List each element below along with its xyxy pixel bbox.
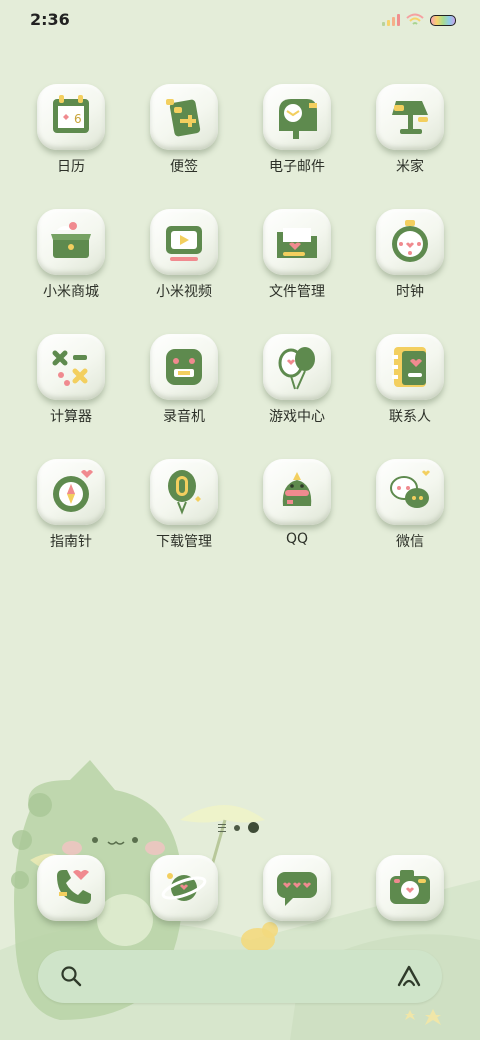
app-qq[interactable]: QQ — [241, 455, 353, 565]
app-compass[interactable]: 指南针 — [15, 455, 127, 565]
app-label: 米家 — [396, 159, 424, 175]
wechat-icon[interactable] — [376, 459, 444, 525]
status-bar: 2:36 — [0, 0, 480, 40]
status-icons — [382, 12, 456, 28]
app-label: 游戏中心 — [269, 409, 325, 425]
app-label: 录音机 — [163, 409, 205, 425]
wifi-icon — [406, 13, 424, 25]
page-dot[interactable] — [234, 824, 240, 831]
dino-qq-icon[interactable] — [263, 459, 331, 525]
phone-icon[interactable] — [37, 855, 105, 921]
balloon-icon[interactable] — [263, 334, 331, 400]
menu-lines-icon — [218, 823, 226, 832]
search-bar[interactable] — [38, 950, 442, 1003]
signal-icon — [382, 14, 400, 26]
app-email[interactable]: 电子邮件 — [241, 80, 353, 190]
download-icon[interactable] — [150, 459, 218, 525]
dock-camera[interactable] — [354, 855, 466, 965]
app-label: 指南针 — [50, 534, 92, 550]
app-label: 便签 — [170, 159, 198, 175]
battery-icon — [430, 14, 456, 26]
dock — [15, 855, 465, 935]
app-label: 电子邮件 — [269, 159, 325, 175]
app-label: 下载管理 — [156, 534, 212, 550]
app-file-manager[interactable]: 文件管理 — [241, 205, 353, 315]
app-recorder[interactable]: 录音机 — [128, 330, 240, 440]
dock-browser[interactable] — [128, 855, 240, 965]
calculator-icon[interactable] — [37, 334, 105, 400]
app-mi-store[interactable]: 小米商城 — [15, 205, 127, 315]
messages-icon[interactable] — [263, 855, 331, 921]
app-label: 文件管理 — [269, 284, 325, 300]
calendar-icon[interactable]: 6 — [37, 84, 105, 150]
email-icon[interactable] — [263, 84, 331, 150]
dock-phone[interactable] — [15, 855, 127, 965]
app-game-center[interactable]: 游戏中心 — [241, 330, 353, 440]
lamp-icon[interactable] — [376, 84, 444, 150]
contacts-book-icon[interactable] — [376, 334, 444, 400]
search-icon[interactable] — [60, 965, 82, 987]
app-label: QQ — [285, 531, 309, 547]
app-contacts[interactable]: 联系人 — [354, 330, 466, 440]
app-notes[interactable]: 便签 — [128, 80, 240, 190]
app-label: 计算器 — [50, 409, 92, 425]
app-label: 微信 — [396, 534, 424, 550]
assistant-icon[interactable] — [396, 964, 422, 988]
dock-messages[interactable] — [241, 855, 353, 965]
app-mijia[interactable]: 米家 — [354, 80, 466, 190]
calendar-day-number: 6 — [74, 112, 82, 126]
recorder-icon[interactable] — [150, 334, 218, 400]
video-tv-icon[interactable] — [150, 209, 218, 275]
app-label: 小米商城 — [43, 284, 99, 300]
browser-planet-icon[interactable] — [150, 855, 218, 921]
page-indicator[interactable] — [218, 822, 259, 833]
app-calculator[interactable]: 计算器 — [15, 330, 127, 440]
folder-icon[interactable] — [263, 209, 331, 275]
app-label: 小米视频 — [156, 284, 212, 300]
status-time: 2:36 — [30, 10, 70, 29]
notes-icon[interactable] — [150, 84, 218, 150]
app-label: 时钟 — [396, 284, 424, 300]
shop-box-icon[interactable] — [37, 209, 105, 275]
app-wechat[interactable]: 微信 — [354, 455, 466, 565]
compass-icon[interactable] — [37, 459, 105, 525]
app-label: 日历 — [57, 159, 85, 175]
app-calendar[interactable]: 6 日历 — [15, 80, 127, 190]
app-download-manager[interactable]: 下载管理 — [128, 455, 240, 565]
page-dot-active[interactable] — [248, 822, 259, 833]
app-clock[interactable]: 时钟 — [354, 205, 466, 315]
camera-icon[interactable] — [376, 855, 444, 921]
alarm-clock-icon[interactable] — [376, 209, 444, 275]
app-mi-video[interactable]: 小米视频 — [128, 205, 240, 315]
app-label: 联系人 — [389, 409, 431, 425]
